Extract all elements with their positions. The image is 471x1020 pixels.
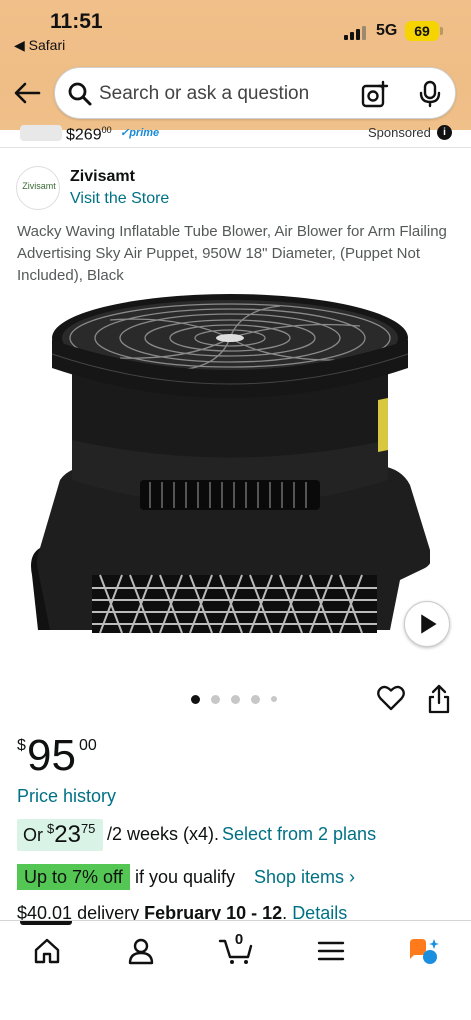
search-input[interactable]: Search or ask a question [99,83,309,105]
carousel-dot[interactable] [271,696,277,702]
installment-terms: /2 weeks (x4). [107,824,220,844]
price-currency: $ [17,737,26,754]
account-icon[interactable] [126,937,156,965]
status-bar: 11:51 ◀ Safari 5G 69 [0,0,471,60]
carousel-dot[interactable] [231,695,240,704]
home-icon[interactable] [32,937,62,965]
cart-count: 0 [234,931,244,948]
battery-nub [440,27,443,35]
installment-amount: $2375 [47,821,96,848]
shop-items-link[interactable]: Shop items › [254,867,355,888]
play-video-button[interactable] [404,601,450,647]
search-icon [68,82,92,106]
microphone-icon[interactable] [417,80,443,108]
carousel-dot[interactable] [211,695,220,704]
status-time: 11:51 [50,10,103,33]
battery-icon: 69 [405,21,439,41]
ai-assistant-icon[interactable] [406,937,440,965]
app-header: 11:51 ◀ Safari 5G 69 Search or ask a que… [0,0,471,130]
discount-badge: Up to 7% off [17,864,130,890]
back-to-safari-link[interactable]: ◀ Safari [14,37,65,54]
share-icon[interactable] [427,684,451,714]
battery-level: 69 [414,23,430,39]
signal-icon [344,24,370,40]
product-image[interactable] [30,290,430,650]
brand-name: Zivisamt [70,168,135,185]
info-icon[interactable]: i [437,125,452,140]
promo-text: if you qualify [135,867,236,887]
network-type: 5G [376,22,398,39]
divider [0,147,471,148]
sponsored-label: Sponsored [368,125,431,140]
image-carousel-dots[interactable] [191,695,281,705]
brand-logo[interactable]: Zivisamt [16,166,60,210]
sponsored-thumbnail [20,125,62,141]
menu-icon[interactable] [316,937,346,965]
sponsored-price: $26900 [66,125,112,144]
carousel-dot[interactable] [251,695,260,704]
bottom-navigation: 0 [0,920,471,1020]
carousel-dot[interactable] [191,695,200,704]
sponsored-product-strip[interactable]: $26900 ✓prime Sponsored i [0,125,471,145]
back-arrow-icon[interactable] [12,80,42,106]
price-history-link[interactable]: Price history [17,786,116,807]
promo-row: Up to 7% off if you qualify Shop items › [17,864,457,890]
prime-badge: ✓prime [120,127,160,139]
installment-badge: Or $2375 [17,819,103,851]
price-whole: 95 [27,731,76,780]
select-plan-link[interactable]: Select from 2 plans [222,824,376,845]
active-tab-indicator [20,921,72,925]
camera-lens-icon[interactable] [361,80,389,108]
visit-store-link[interactable]: Visit the Store [70,190,169,208]
search-bar[interactable]: Search or ask a question [54,67,456,119]
product-title: Wacky Waving Inflatable Tube Blower, Air… [17,223,447,284]
heart-icon[interactable] [377,685,405,711]
price-fraction: 00 [79,737,97,754]
